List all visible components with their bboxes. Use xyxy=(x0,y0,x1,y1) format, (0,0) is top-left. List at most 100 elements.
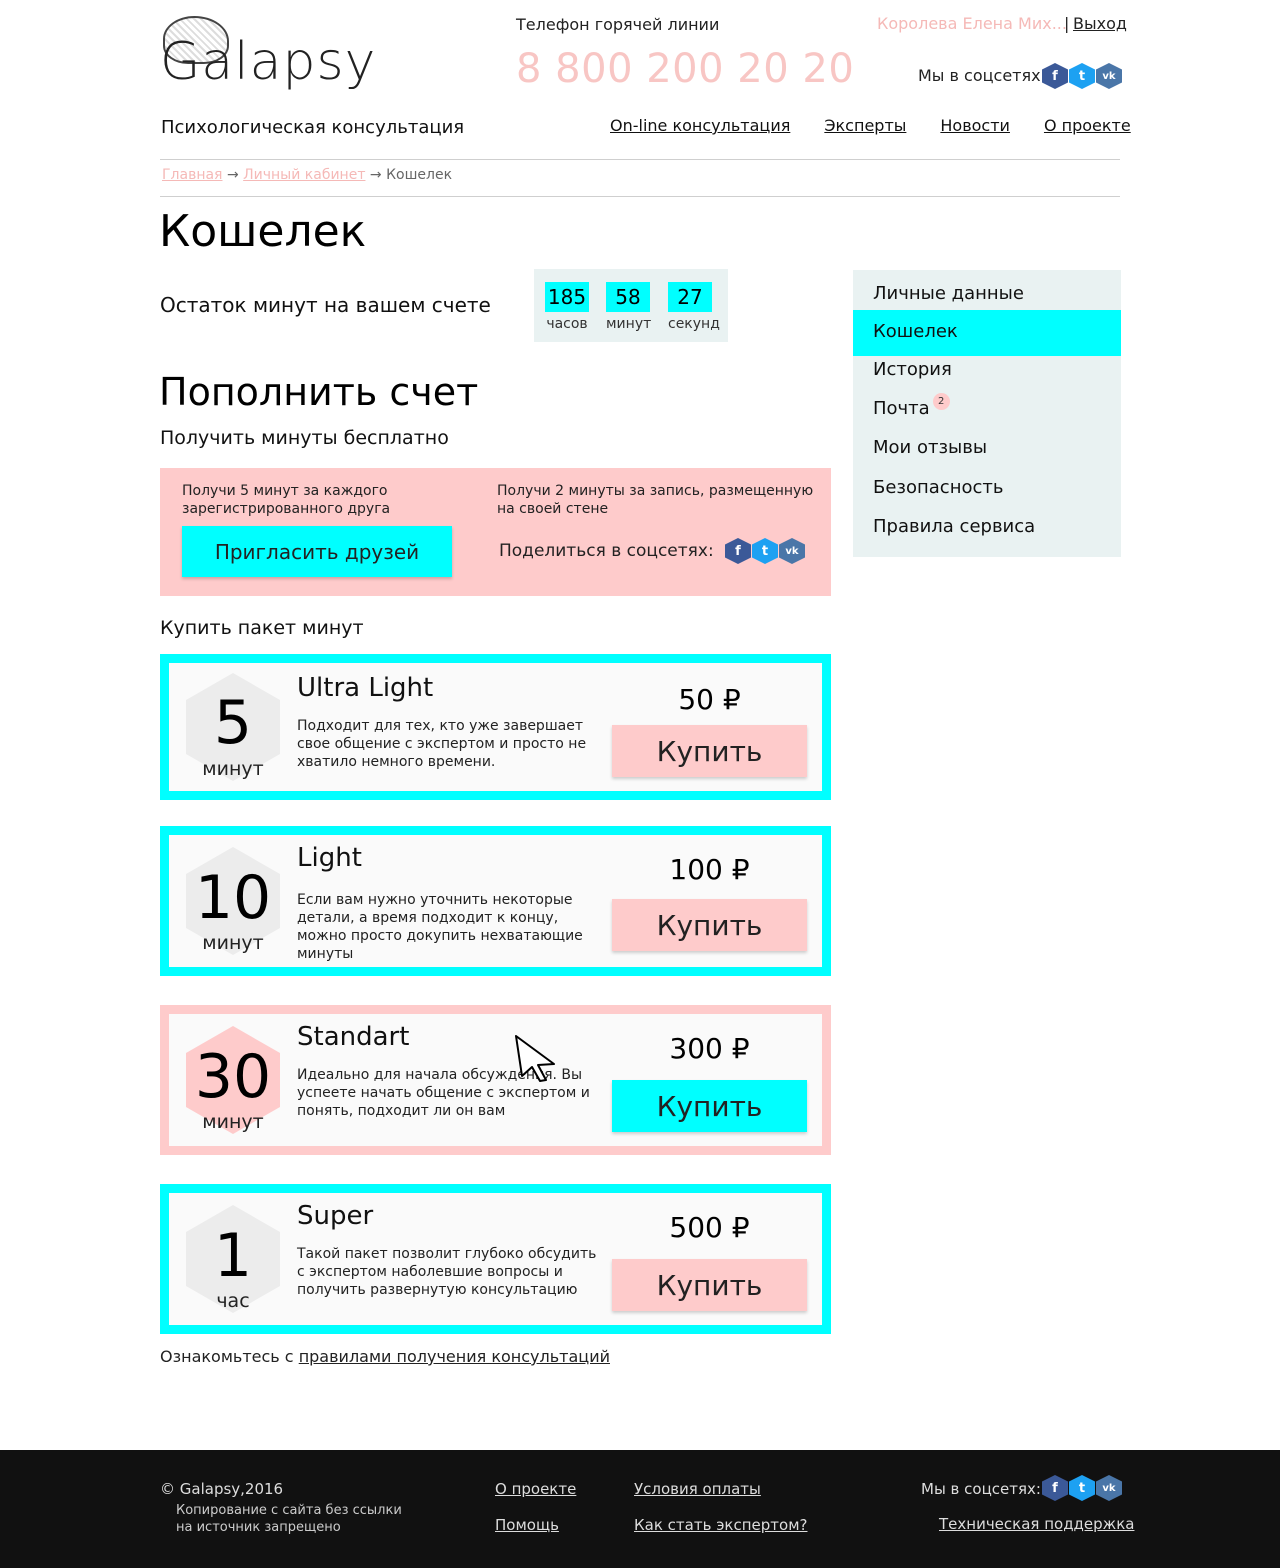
package-price: 50 ₽ xyxy=(678,683,741,716)
package-name: Standart xyxy=(297,1022,410,1052)
breadcrumb-arrow: → xyxy=(369,167,382,183)
footer-link-payment[interactable]: Условия оплаты xyxy=(634,1480,761,1498)
balance-minutes-label: минут xyxy=(606,316,652,332)
mail-count-badge: 2 xyxy=(932,393,950,410)
footer-social-label: Мы в соцсетях: xyxy=(921,1480,1041,1498)
vk-share-icon[interactable]: vk xyxy=(779,538,805,564)
balance-minutes: 58 xyxy=(606,282,650,312)
balance-seconds: 27 xyxy=(668,282,712,312)
balance-timer: 185 часов 58 минут 27 секунд xyxy=(534,269,728,342)
package-description: Если вам нужно уточнить некоторые детали… xyxy=(297,892,583,962)
sidebar-item-label: Безопасность xyxy=(873,477,1004,498)
twitter-icon[interactable]: t xyxy=(1069,1475,1095,1501)
invite-friends-button[interactable]: Пригласить друзей xyxy=(182,526,452,577)
footer-social-icons: f t vk xyxy=(1042,1475,1122,1501)
package-amount: 30 xyxy=(194,1042,272,1112)
package-name: Light xyxy=(297,843,362,873)
package-amount: 5 xyxy=(213,688,253,758)
footer-link-help[interactable]: Помощь xyxy=(495,1516,559,1534)
header-separator: | xyxy=(1064,14,1070,33)
sidebar-item-reviews[interactable]: Мои отзывы xyxy=(853,428,1121,468)
header-social-label: Мы в соцсетях xyxy=(918,66,1041,85)
twitter-share-icon[interactable]: t xyxy=(752,538,778,564)
rules-note-prefix: Ознакомьтесь с xyxy=(160,1347,299,1366)
breadcrumb-current: Кошелек xyxy=(386,167,453,183)
refill-title: Пополнить счет xyxy=(159,370,479,414)
footer-copy-note: Копирование с сайта без ссылки на источн… xyxy=(176,1503,402,1535)
breadcrumb-home[interactable]: Главная xyxy=(162,167,222,183)
share-social-icons: f t vk xyxy=(725,538,805,564)
share-label: Поделиться в соцсетях: xyxy=(499,541,714,561)
free-minutes-title: Получить минуты бесплатно xyxy=(160,427,449,449)
rules-link[interactable]: правилами получения консультаций xyxy=(299,1347,610,1366)
nav-news[interactable]: Новости xyxy=(940,116,1010,135)
package-price: 300 ₽ xyxy=(669,1032,750,1065)
page-title: Кошелек xyxy=(159,206,367,257)
nav-about[interactable]: О проекте xyxy=(1044,116,1131,135)
site-tagline: Психологическая консультация xyxy=(161,117,465,138)
nav-experts[interactable]: Эксперты xyxy=(824,116,906,135)
package-card-ultra-light: 5 минут Ultra Light Подходит для тех, кт… xyxy=(160,654,831,800)
breadcrumb-divider xyxy=(160,196,1120,197)
logout-link[interactable]: Выход xyxy=(1073,14,1127,33)
package-unit: минут xyxy=(202,758,264,780)
header-divider xyxy=(160,159,1120,160)
sidebar-item-security[interactable]: Безопасность xyxy=(853,468,1121,508)
buy-button[interactable]: Купить xyxy=(612,1080,807,1132)
sidebar-item-mail[interactable]: Почта 2 xyxy=(853,389,1121,429)
package-card-light: 10 минут Light Если вам нужно уточнить н… xyxy=(160,826,831,976)
site-footer: © Galapsy,2016 Копирование с сайта без с… xyxy=(0,1450,1280,1568)
sidebar-item-label: Почта xyxy=(873,398,930,419)
sidebar-item-label: Мои отзывы xyxy=(873,437,988,458)
invite-description: Получи 5 минут за каждого зарегистрирова… xyxy=(182,483,391,517)
package-name: Ultra Light xyxy=(297,673,434,703)
footer-link-about[interactable]: О проекте xyxy=(495,1480,576,1498)
nav-online-consultation[interactable]: On-line консультация xyxy=(610,116,790,135)
vk-icon[interactable]: vk xyxy=(1096,1475,1122,1501)
package-unit: минут xyxy=(202,932,264,954)
footer-link-become-expert[interactable]: Как стать экспертом? xyxy=(634,1516,807,1534)
buy-button[interactable]: Купить xyxy=(612,1259,807,1311)
package-price: 100 ₽ xyxy=(669,853,750,886)
balance-label: Остаток минут на вашем счете xyxy=(160,293,491,317)
package-description: Подходит для тех, кто уже завершает свое… xyxy=(297,718,587,770)
buy-button[interactable]: Купить xyxy=(612,899,807,951)
sidebar-item-history[interactable]: История xyxy=(853,350,1121,390)
user-profile-link[interactable]: Королева Елена Мих... xyxy=(877,14,1067,33)
vk-icon[interactable]: vk xyxy=(1096,63,1122,89)
top-nav: On-line консультация Эксперты Новости О … xyxy=(610,116,1131,135)
breadcrumb: Главная → Личный кабинет → Кошелек xyxy=(162,167,452,183)
package-card-standart: 30 минут Standart Идеально для начала об… xyxy=(160,1005,831,1155)
free-minutes-panel: Получи 5 минут за каждого зарегистрирова… xyxy=(160,468,831,596)
buy-button[interactable]: Купить xyxy=(612,725,807,777)
sidebar-item-label: Правила сервиса xyxy=(873,516,1036,537)
facebook-share-icon[interactable]: f xyxy=(725,538,751,564)
mouse-cursor-icon xyxy=(515,1035,555,1082)
site-logo[interactable]: Galapsy xyxy=(160,36,376,88)
balance-seconds-label: секунд xyxy=(668,316,720,332)
sidebar-item-rules[interactable]: Правила сервиса xyxy=(853,507,1121,547)
twitter-icon[interactable]: t xyxy=(1069,63,1095,89)
footer-link-support[interactable]: Техническая поддержка xyxy=(939,1515,1134,1533)
package-price: 500 ₽ xyxy=(669,1211,750,1244)
hotline-phone[interactable]: 8 800 200 20 20 xyxy=(516,46,854,92)
breadcrumb-cabinet[interactable]: Личный кабинет xyxy=(243,167,365,183)
balance-hours: 185 xyxy=(545,282,589,312)
sidebar-item-personal[interactable]: Личные данные xyxy=(853,274,1121,314)
balance-hours-label: часов xyxy=(546,316,588,332)
facebook-icon[interactable]: f xyxy=(1042,1475,1068,1501)
package-name: Super xyxy=(297,1201,374,1231)
facebook-icon[interactable]: f xyxy=(1042,63,1068,89)
breadcrumb-arrow: → xyxy=(226,167,239,183)
package-card-super: 1 час Super Такой пакет позволит глубоко… xyxy=(160,1184,831,1334)
package-description: Такой пакет позволит глубоко обсудить с … xyxy=(297,1246,597,1298)
rules-note: Ознакомьтесь с правилами получения консу… xyxy=(160,1347,610,1366)
account-sidebar: Личные данные Кошелек История Почта 2 Мои… xyxy=(853,270,1121,557)
sidebar-item-label: Личные данные xyxy=(873,283,1024,304)
sidebar-item-label: История xyxy=(873,359,952,380)
package-unit: минут xyxy=(202,1111,264,1133)
hotline-label: Телефон горячей линии xyxy=(516,15,720,34)
sidebar-item-label: Кошелек xyxy=(873,321,958,342)
package-amount: 1 xyxy=(213,1221,253,1291)
package-unit: час xyxy=(216,1290,250,1312)
